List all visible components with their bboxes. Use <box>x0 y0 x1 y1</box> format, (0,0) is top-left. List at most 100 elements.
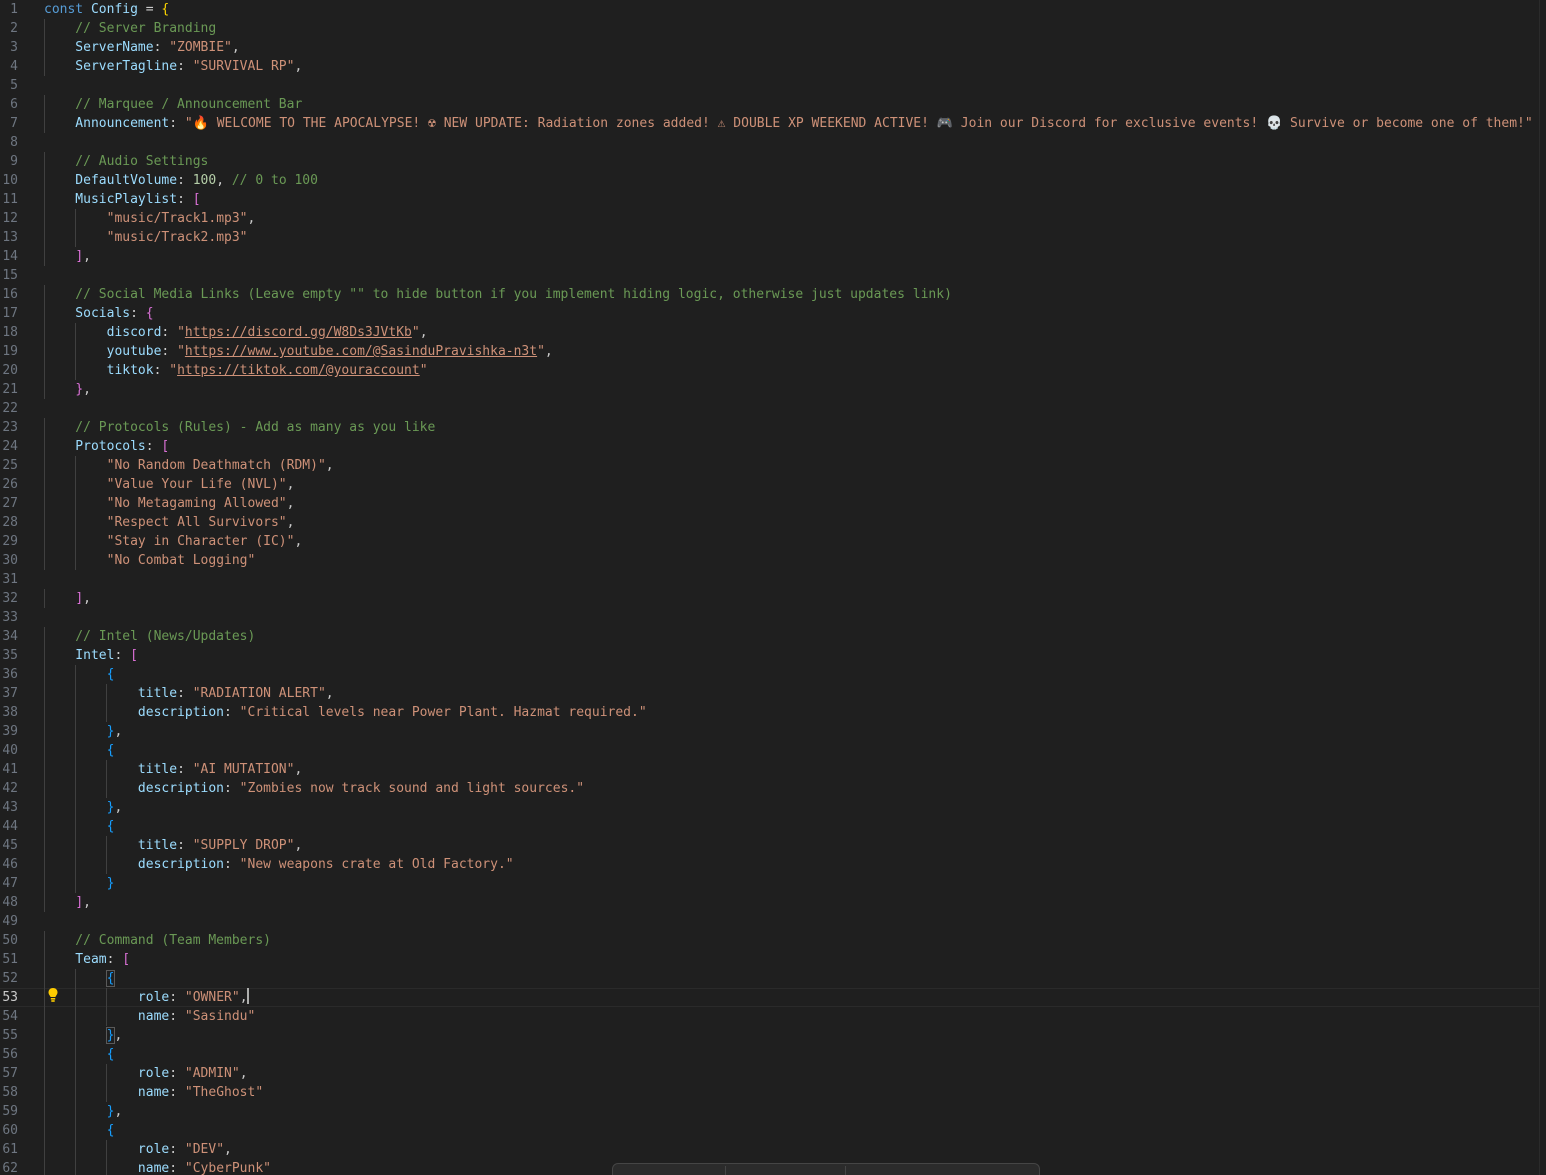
code-text[interactable]: "Value Your Life (NVL)", <box>44 475 295 494</box>
code-line[interactable]: 58 name: "TheGhost" <box>0 1083 1540 1102</box>
code-line[interactable]: 16 // Social Media Links (Leave empty ""… <box>0 285 1540 304</box>
code-line[interactable]: 39 }, <box>0 722 1540 741</box>
code-text[interactable]: Socials: { <box>44 304 153 323</box>
code-line[interactable]: 36 { <box>0 665 1540 684</box>
code-text[interactable]: }, <box>44 1026 122 1045</box>
code-line[interactable]: 7 Announcement: "🔥 WELCOME TO THE APOCAL… <box>0 114 1540 133</box>
code-text[interactable]: { <box>44 969 116 988</box>
code-text[interactable]: }, <box>44 380 91 399</box>
code-text[interactable]: title: "AI MUTATION", <box>44 760 302 779</box>
code-text[interactable]: name: "TheGhost" <box>44 1083 263 1102</box>
code-line[interactable]: 1 const Config = { <box>0 0 1540 19</box>
code-text[interactable]: "No Random Deathmatch (RDM)", <box>44 456 334 475</box>
code-text[interactable]: }, <box>44 722 123 741</box>
code-line[interactable]: 8 <box>0 133 1540 152</box>
code-line[interactable]: 23 // Protocols (Rules) - Add as many as… <box>0 418 1540 437</box>
code-text[interactable]: tiktok: "https://tiktok.com/@youraccount… <box>44 361 428 380</box>
code-line[interactable]: 11 MusicPlaylist: [ <box>0 190 1540 209</box>
code-line[interactable]: 40 { <box>0 741 1540 760</box>
code-line[interactable]: 33 <box>0 608 1540 627</box>
code-line[interactable]: 12 "music/Track1.mp3", <box>0 209 1540 228</box>
code-token[interactable]: https://www.youtube.com/@SasinduPravishk… <box>185 344 537 359</box>
code-text[interactable]: description: "Critical levels near Power… <box>44 703 647 722</box>
code-line[interactable]: 38 description: "Critical levels near Po… <box>0 703 1540 722</box>
code-line[interactable]: 60 { <box>0 1121 1540 1140</box>
editor-lines[interactable]: 1 const Config = {2 // Server Branding 3 S… <box>0 0 1540 1175</box>
code-text[interactable]: "No Metagaming Allowed", <box>44 494 295 513</box>
code-text[interactable]: "Respect All Survivors", <box>44 513 295 532</box>
code-text[interactable]: discord: "https://discord.gg/W8Ds3JVtKb"… <box>44 323 428 342</box>
code-line[interactable]: 4 ServerTagline: "SURVIVAL RP", <box>0 57 1540 76</box>
code-line[interactable]: 41 title: "AI MUTATION", <box>0 760 1540 779</box>
code-line[interactable]: 46 description: "New weapons crate at Ol… <box>0 855 1540 874</box>
code-text[interactable]: "No Combat Logging" <box>44 551 256 570</box>
code-line[interactable]: 52 { <box>0 969 1540 988</box>
code-text[interactable]: role: "DEV", <box>44 1140 232 1159</box>
code-text[interactable]: "Stay in Character (IC)", <box>44 532 303 551</box>
code-text[interactable]: { <box>44 665 115 684</box>
code-text[interactable]: ServerTagline: "SURVIVAL RP", <box>44 57 302 76</box>
code-line[interactable]: 13 "music/Track2.mp3" <box>0 228 1540 247</box>
code-line[interactable]: 29 "Stay in Character (IC)", <box>0 532 1540 551</box>
code-line[interactable]: 6 // Marquee / Announcement Bar <box>0 95 1540 114</box>
code-text[interactable]: { <box>44 1045 115 1064</box>
code-text[interactable]: ], <box>44 247 91 266</box>
code-text[interactable]: // Command (Team Members) <box>44 931 271 950</box>
code-line[interactable]: 2 // Server Branding <box>0 19 1540 38</box>
code-text[interactable]: // Audio Settings <box>44 152 208 171</box>
code-line[interactable]: 53 role: "OWNER", <box>0 988 1540 1007</box>
code-line[interactable]: 30 "No Combat Logging" <box>0 551 1540 570</box>
code-text[interactable]: title: "RADIATION ALERT", <box>44 684 334 703</box>
code-text[interactable]: ], <box>44 893 91 912</box>
code-text[interactable]: "music/Track1.mp3", <box>44 209 256 228</box>
code-line[interactable]: 25 "No Random Deathmatch (RDM)", <box>0 456 1540 475</box>
code-line[interactable]: 3 ServerName: "ZOMBIE", <box>0 38 1540 57</box>
code-text[interactable]: description: "Zombies now track sound an… <box>44 779 584 798</box>
code-line[interactable]: 47 } <box>0 874 1540 893</box>
code-line[interactable]: 45 title: "SUPPLY DROP", <box>0 836 1540 855</box>
code-line[interactable]: 42 description: "Zombies now track sound… <box>0 779 1540 798</box>
code-line[interactable]: 14 ], <box>0 247 1540 266</box>
code-line[interactable]: 55 }, <box>0 1026 1540 1045</box>
code-text[interactable]: Team: [ <box>44 950 130 969</box>
code-line[interactable]: 34 // Intel (News/Updates) <box>0 627 1540 646</box>
code-text[interactable]: }, <box>44 798 123 817</box>
code-text[interactable]: // Protocols (Rules) - Add as many as yo… <box>44 418 435 437</box>
code-line[interactable]: 19 youtube: "https://www.youtube.com/@Sa… <box>0 342 1540 361</box>
code-line[interactable]: 20 tiktok: "https://tiktok.com/@youracco… <box>0 361 1540 380</box>
code-text[interactable]: // Social Media Links (Leave empty "" to… <box>44 285 952 304</box>
code-line[interactable]: 49 <box>0 912 1540 931</box>
code-line[interactable]: 27 "No Metagaming Allowed", <box>0 494 1540 513</box>
code-line[interactable]: 37 title: "RADIATION ALERT", <box>0 684 1540 703</box>
code-editor[interactable]: 1 const Config = {2 // Server Branding 3 S… <box>0 0 1546 1175</box>
code-line[interactable]: 32 ], <box>0 589 1540 608</box>
code-text[interactable]: name: "CyberPunk" <box>44 1159 271 1175</box>
code-line[interactable]: 44 { <box>0 817 1540 836</box>
lightbulb-icon[interactable] <box>47 987 59 1003</box>
code-line[interactable]: 56 { <box>0 1045 1540 1064</box>
bottom-toolbar-widget[interactable] <box>612 1163 1040 1175</box>
code-line[interactable]: 51 Team: [ <box>0 950 1540 969</box>
code-line[interactable]: 18 discord: "https://discord.gg/W8Ds3JVt… <box>0 323 1540 342</box>
code-text[interactable]: title: "SUPPLY DROP", <box>44 836 302 855</box>
code-text[interactable]: youtube: "https://www.youtube.com/@Sasin… <box>44 342 553 361</box>
code-line[interactable]: 26 "Value Your Life (NVL)", <box>0 475 1540 494</box>
code-text[interactable]: role: "OWNER", <box>44 988 249 1007</box>
code-text[interactable]: { <box>44 817 115 836</box>
code-line[interactable]: 59 }, <box>0 1102 1540 1121</box>
code-text[interactable]: } <box>44 874 115 893</box>
code-text[interactable]: ], <box>44 589 91 608</box>
code-line[interactable]: 57 role: "ADMIN", <box>0 1064 1540 1083</box>
code-token[interactable]: https://discord.gg/W8Ds3JVtKb <box>185 325 412 340</box>
code-line[interactable]: 48 ], <box>0 893 1540 912</box>
code-text[interactable]: description: "New weapons crate at Old F… <box>44 855 514 874</box>
code-line[interactable]: 5 <box>0 76 1540 95</box>
code-text[interactable]: role: "ADMIN", <box>44 1064 248 1083</box>
code-line[interactable]: 31 <box>0 570 1540 589</box>
code-text[interactable]: ServerName: "ZOMBIE", <box>44 38 239 57</box>
code-line[interactable]: 15 <box>0 266 1540 285</box>
code-line[interactable]: 10 DefaultVolume: 100, // 0 to 100 <box>0 171 1540 190</box>
code-text[interactable]: Announcement: "🔥 WELCOME TO THE APOCALYP… <box>44 114 1532 133</box>
code-token[interactable]: https://tiktok.com/@youraccount <box>177 363 420 378</box>
code-line[interactable]: 22 <box>0 399 1540 418</box>
